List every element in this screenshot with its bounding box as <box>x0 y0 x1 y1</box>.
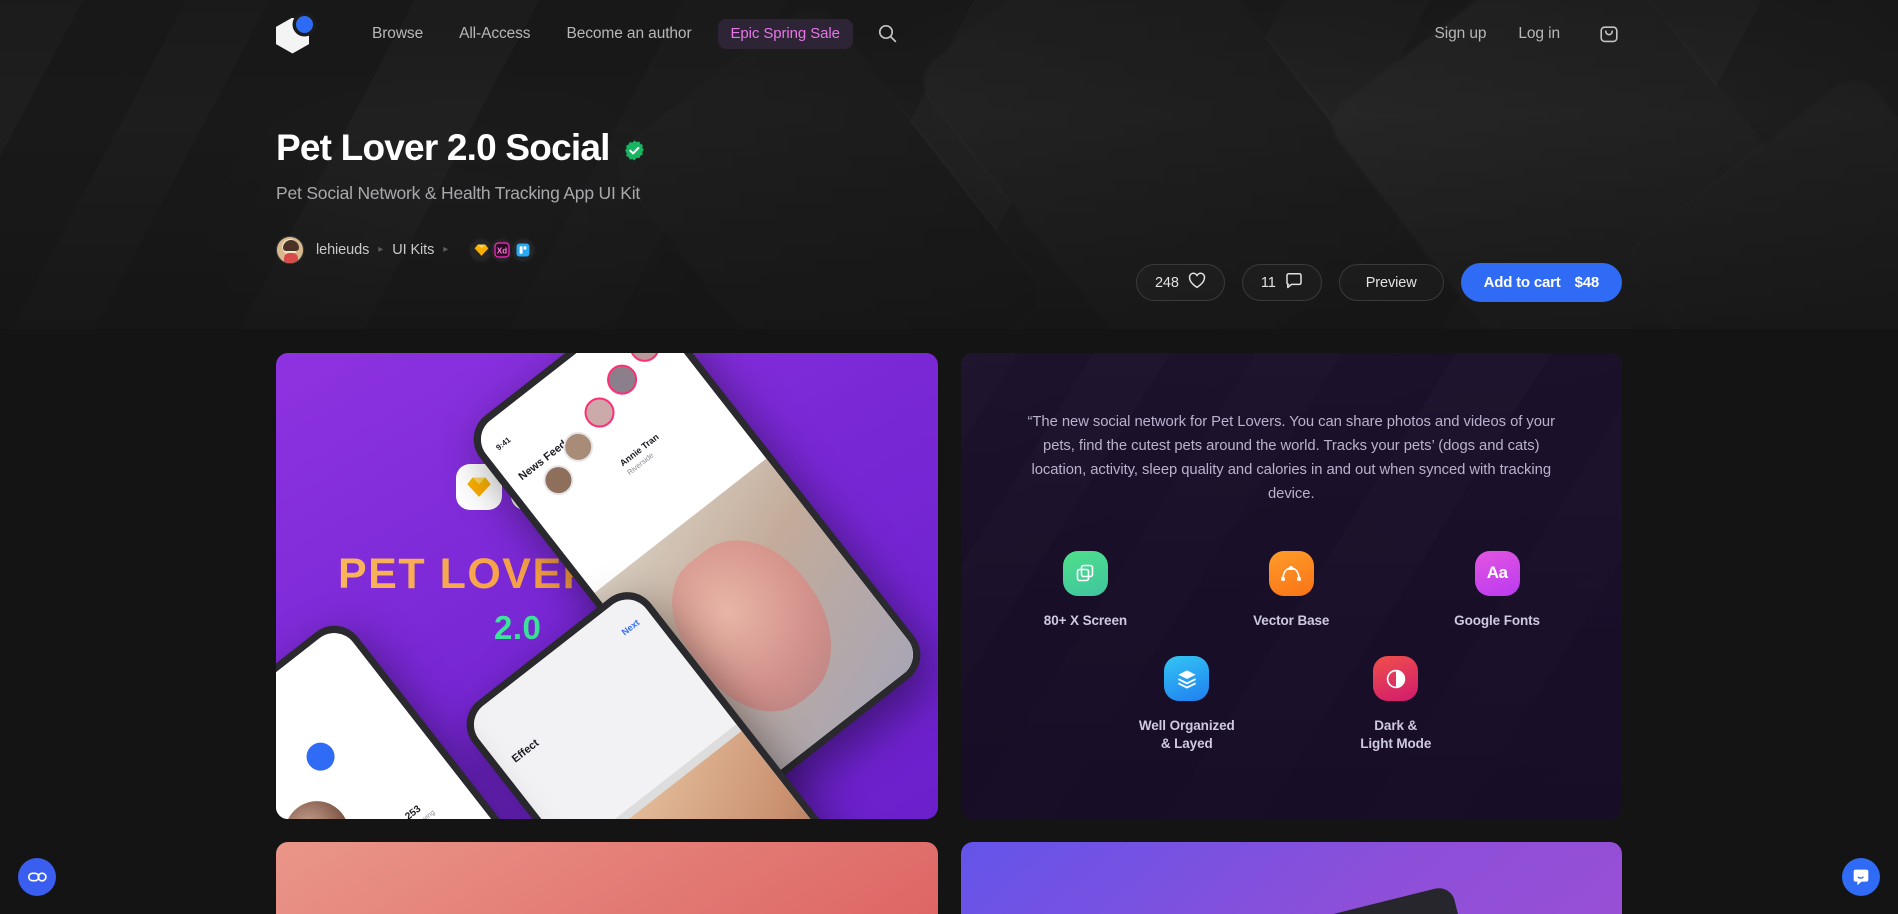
feature-label: Dark & Light Mode <box>1360 718 1432 752</box>
typography-icon: Aa <box>1474 550 1520 596</box>
feature-row-2: Well Organized & Layed Dark & Light Mode <box>1015 656 1569 753</box>
nav-log-in[interactable]: Log in <box>1502 25 1576 43</box>
top-navigation: Browse All-Access Become an author Epic … <box>0 0 1898 67</box>
feature-label: Vector Base <box>1253 612 1330 628</box>
typography-glyph: Aa <box>1486 563 1508 583</box>
nav-links: Browse All-Access Become an author Epic … <box>354 18 901 49</box>
preview-headline: PET LOVER <box>338 550 596 598</box>
product-gallery: Xd PET LOVER 2.0 9:41 News Feed Annie Tr <box>0 329 1898 914</box>
nav-browse[interactable]: Browse <box>354 25 441 43</box>
nav-sign-up[interactable]: Sign up <box>1418 25 1502 43</box>
comment-count: 11 <box>1260 274 1276 291</box>
epic-spring-sale-badge[interactable]: Epic Spring Sale <box>717 18 853 49</box>
breadcrumb-separator-icon: ▸ <box>378 244 384 255</box>
cookie-consent-button[interactable] <box>18 858 56 896</box>
description-text: “The new social network for Pet Lovers. … <box>1027 414 1555 502</box>
title-row: Pet Lover 2.0 Social <box>276 129 1622 166</box>
bezier-curve-icon <box>1268 550 1314 596</box>
gallery-image-card[interactable] <box>276 842 938 914</box>
feature-vector-base: Vector Base <box>1220 550 1362 630</box>
breadcrumb: lehieuds ▸ UI Kits ▸ Xd <box>276 236 1622 264</box>
preview-image-card[interactable]: Xd PET LOVER 2.0 9:41 News Feed Annie Tr <box>276 353 938 819</box>
layers-copy-icon <box>1062 550 1108 596</box>
figma-icon[interactable] <box>510 237 537 263</box>
verified-badge-icon <box>623 139 646 162</box>
author-name[interactable]: lehieuds <box>316 242 369 258</box>
format-icons: Xd <box>468 237 537 263</box>
action-bar: 248 11 Preview Add to cart $48 <box>1135 263 1622 302</box>
logo-dot-icon <box>296 15 313 33</box>
layers-stack-icon <box>1164 656 1210 702</box>
chat-bubble-icon <box>1853 869 1869 886</box>
cookie-consent-icon <box>27 872 47 882</box>
feature-well-organized: Well Organized & Layed <box>1114 656 1259 753</box>
svg-text:Xd: Xd <box>497 246 507 255</box>
product-header: Pet Lover 2.0 Social Pet Social Network … <box>0 67 1898 302</box>
search-icon[interactable] <box>875 21 901 47</box>
avatar[interactable] <box>276 236 304 264</box>
gallery-grid-top: Xd PET LOVER 2.0 9:41 News Feed Annie Tr <box>276 329 1622 819</box>
feature-label: Google Fonts <box>1454 612 1540 628</box>
nav-all-access[interactable]: All-Access <box>441 25 548 43</box>
ui8-logo[interactable] <box>276 14 316 54</box>
comment-button[interactable]: 11 <box>1241 264 1322 301</box>
add-to-cart-button[interactable]: Add to cart $48 <box>1460 263 1622 302</box>
feature-80-x-screen: 80+ X Screen <box>1015 550 1157 630</box>
chat-widget-button[interactable] <box>1842 858 1880 896</box>
comment-icon <box>1285 272 1303 293</box>
like-button[interactable]: 248 <box>1135 264 1225 301</box>
gallery-grid-bottom <box>276 819 1622 914</box>
feature-google-fonts: Aa Google Fonts <box>1426 550 1568 630</box>
breadcrumb-separator-icon: ▸ <box>443 244 449 255</box>
nav-right: Sign up Log in <box>1418 21 1622 47</box>
preview-button[interactable]: Preview <box>1338 264 1444 301</box>
feature-row-1: 80+ X Screen Vector Base Aa Google Fonts <box>1015 550 1569 630</box>
product-subtitle: Pet Social Network & Health Tracking App… <box>276 183 641 203</box>
description-card: “The new social network for Pet Lovers. … <box>960 353 1622 819</box>
add-to-cart-label: Add to cart <box>1483 274 1561 291</box>
like-count: 248 <box>1154 274 1179 291</box>
gallery-image-card[interactable] <box>960 842 1622 914</box>
price: $48 <box>1574 274 1600 291</box>
feature-dark-light-mode: Dark & Light Mode <box>1323 656 1468 753</box>
page-title: Pet Lover 2.0 Social <box>276 127 610 168</box>
feature-label: Well Organized & Layed <box>1138 718 1235 752</box>
feature-label: 80+ X Screen <box>1043 612 1128 628</box>
shopping-bag-icon[interactable] <box>1596 21 1622 47</box>
nav-become-author[interactable]: Become an author <box>548 25 709 43</box>
heart-icon <box>1188 272 1206 293</box>
preview-version: 2.0 <box>494 609 542 646</box>
contrast-circle-icon <box>1373 656 1419 702</box>
breadcrumb-category[interactable]: UI Kits <box>392 242 434 258</box>
hero-band: Browse All-Access Become an author Epic … <box>0 0 1898 329</box>
